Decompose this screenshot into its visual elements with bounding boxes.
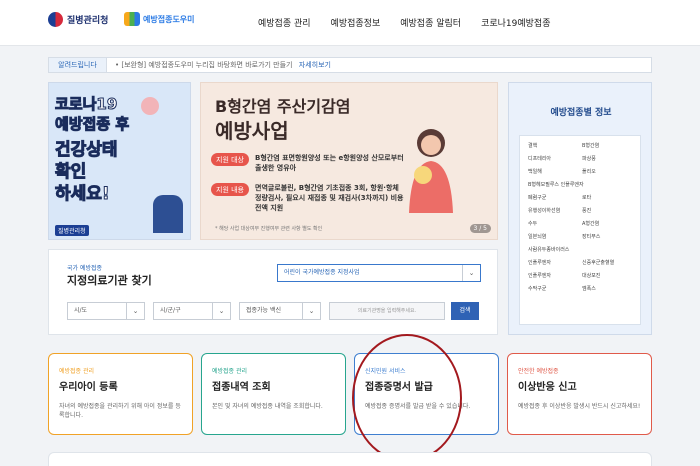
vaccine-link[interactable]: 인플루엔자 bbox=[528, 259, 578, 266]
highlight-circle bbox=[352, 334, 462, 462]
vaccine-select[interactable]: 접종가능 백신 ⌄ bbox=[239, 302, 321, 320]
hepatitis-banner[interactable]: B형간염 주산기감염 예방사업 지원 대상 B형간염 표면항원양성 또는 e항원… bbox=[200, 82, 498, 240]
site-header: 질병관리청 예방접종도우미 예방접종 관리 예방접종정보 예방접종 알림터 코로… bbox=[0, 0, 700, 46]
vaccine-link[interactable]: 일본뇌염 bbox=[528, 233, 578, 240]
sigungu-value: 시/군/구 bbox=[160, 307, 181, 314]
card-desc: 자녀의 예방접종을 관리하기 위해 아이 정보를 등록합니다. bbox=[59, 403, 181, 419]
search-title: 지정의료기관 찾기 bbox=[67, 274, 152, 287]
vaccine-link[interactable]: 엠폭스 bbox=[582, 285, 632, 292]
sido-value: 시/도 bbox=[74, 307, 88, 314]
vaccine-link[interactable]: 사람유두종바이러스 bbox=[528, 246, 632, 253]
chevron-down-icon: ⌄ bbox=[212, 303, 230, 319]
nip-logo-icon bbox=[124, 12, 140, 26]
card-register-child[interactable]: 예방접종 관리 우리아이 등록 자녀의 예방접종을 관리하기 위해 아이 정보를… bbox=[48, 353, 193, 435]
vaccine-link[interactable]: 풍진 bbox=[582, 207, 632, 214]
card-title: 접종내역 조회 bbox=[212, 382, 271, 393]
main-nav: 예방접종 관리 예방접종정보 예방접종 알림터 코로나19예방접종 bbox=[258, 16, 550, 29]
chevron-down-icon: ⌄ bbox=[302, 303, 320, 319]
vaccine-link[interactable]: 디프테리아 bbox=[528, 155, 578, 162]
hep-text-target: B형간염 표면항원양성 또는 e항원양성 산모로부터 출생한 영유아 bbox=[255, 154, 404, 172]
card-category: 예방접종 관리 bbox=[59, 368, 95, 375]
vaccine-link[interactable]: 결핵 bbox=[528, 142, 578, 149]
vaccine-link[interactable]: B형간염 bbox=[582, 142, 632, 149]
nav-item-management[interactable]: 예방접종 관리 bbox=[258, 16, 311, 29]
taegeuk-icon bbox=[48, 12, 63, 27]
nav-item-info[interactable]: 예방접종정보 bbox=[331, 16, 381, 29]
hep-row-content: 지원 내용 면역글로불린, B형간염 기초접종 3회, 항원·항체 정량검사, … bbox=[211, 183, 405, 213]
pill-icon bbox=[141, 97, 159, 115]
notice-text-wrap: • [보완형] 예방접종도우미 누리집 바탕화면 바로가기 만들기 자세히보기 bbox=[115, 60, 331, 70]
vaccine-link[interactable]: 인플루엔자 bbox=[528, 272, 578, 279]
vaccine-link[interactable]: A형간염 bbox=[582, 220, 632, 227]
card-history[interactable]: 예방접종 관리 접종내역 조회 본인 및 자녀의 예방접종 내역을 조회합니다. bbox=[201, 353, 346, 435]
chevron-down-icon: ⌄ bbox=[126, 303, 144, 319]
vaccine-link[interactable]: 폐렴구균 bbox=[528, 194, 578, 201]
covid-line-2: 예방접종 후 bbox=[54, 115, 130, 134]
vaccine-link[interactable]: 로타 bbox=[582, 194, 632, 201]
sigungu-select[interactable]: 시/군/구 ⌄ bbox=[153, 302, 231, 320]
banner-pager[interactable]: 3 / 5 bbox=[469, 224, 491, 233]
clinic-name-input[interactable]: 의료기관명을 입력해주세요. bbox=[329, 302, 445, 320]
search-subtitle: 국가 예방접종 bbox=[67, 265, 103, 272]
vaccine-link[interactable]: 파상풍 bbox=[582, 155, 632, 162]
mother-baby-illustration bbox=[409, 129, 453, 213]
hep-note: * 해당 사업 대상여부 진행여부 관련 사항 별도 확인 bbox=[215, 226, 323, 232]
vaccine-link[interactable]: 신증후군출혈열 bbox=[582, 259, 632, 266]
clinic-search-panel: 국가 예방접종 지정의료기관 찾기 어린이 국가예방접종 지정사업 ⌄ 시/도 … bbox=[48, 249, 498, 335]
vaccine-link[interactable]: B형헤모필루스 인플루엔자 bbox=[528, 181, 632, 188]
vaccine-link[interactable]: 백일해 bbox=[528, 168, 578, 175]
nip-logo-text: 예방접종도우미 bbox=[143, 14, 195, 24]
notice-tag: 알려드립니다 bbox=[49, 58, 107, 72]
sido-select[interactable]: 시/도 ⌄ bbox=[67, 302, 145, 320]
notice-text[interactable]: • [보완형] 예방접종도우미 누리집 바탕화면 바로가기 만들기 bbox=[115, 61, 293, 69]
notice-bar: 알려드립니다 • [보완형] 예방접종도우미 누리집 바탕화면 바로가기 만들기… bbox=[48, 57, 652, 73]
card-adverse-report[interactable]: 안전한 예방접종 이상반응 신고 예방접종 후 이상반응 발생시 반드시 신고하… bbox=[507, 353, 652, 435]
covid-banner[interactable]: 코로나19 예방접종 후 건강상태 확인 하세요! 질병관리청 bbox=[48, 82, 191, 240]
vaccine-link[interactable]: 수막구균 bbox=[528, 285, 578, 292]
doctor-illustration bbox=[153, 195, 183, 233]
chevron-down-icon: ⌄ bbox=[462, 265, 480, 281]
hep-tag-target: 지원 대상 bbox=[211, 153, 249, 166]
logo-text: 질병관리청 bbox=[67, 16, 109, 26]
vaccine-link[interactable]: 대상포진 bbox=[582, 272, 632, 279]
program-select[interactable]: 어린이 국가예방접종 지정사업 ⌄ bbox=[277, 264, 481, 282]
hep-text-content: 면역글로불린, B형간염 기초접종 3회, 항원·항체 정량검사, 필요시 재접… bbox=[255, 184, 404, 212]
card-category: 안전한 예방접종 bbox=[518, 368, 559, 375]
covid-line-1: 코로나19 bbox=[54, 95, 118, 114]
bottom-panel bbox=[48, 452, 652, 466]
hep-title: B형간염 주산기감염 bbox=[215, 97, 351, 116]
hep-row-target: 지원 대상 B형간염 표면항원양성 또는 e항원양성 산모로부터 출생한 영유아 bbox=[211, 153, 405, 173]
kdca-logo[interactable]: 질병관리청 bbox=[48, 12, 108, 27]
covid-banner-logo: 질병관리청 bbox=[55, 225, 89, 236]
card-title: 우리아이 등록 bbox=[59, 382, 118, 393]
vaccine-link[interactable]: 폴리오 bbox=[582, 168, 632, 175]
card-desc: 본인 및 자녀의 예방접종 내역을 조회합니다. bbox=[212, 403, 323, 410]
nav-item-covid19[interactable]: 코로나19예방접종 bbox=[481, 16, 550, 29]
hep-subtitle: 예방사업 bbox=[215, 119, 289, 143]
hep-tag-content: 지원 내용 bbox=[211, 183, 249, 196]
nav-item-notice[interactable]: 예방접종 알림터 bbox=[400, 16, 461, 29]
search-button[interactable]: 검색 bbox=[451, 302, 479, 320]
covid-line-5: 하세요! bbox=[55, 184, 111, 205]
notice-more-link[interactable]: 자세히보기 bbox=[299, 61, 331, 69]
vaccine-list: 결핵 B형간염 디프테리아 파상풍 백일해 폴리오 B형헤모필루스 인플루엔자 … bbox=[519, 135, 641, 325]
program-select-value: 어린이 국가예방접종 지정사업 bbox=[284, 269, 360, 276]
vaccine-info-title: 예방접종별 정보 bbox=[550, 108, 612, 118]
card-title: 이상반응 신고 bbox=[518, 382, 577, 393]
vaccine-link[interactable]: 유행성이하선염 bbox=[528, 207, 578, 214]
vaccine-link[interactable]: 수두 bbox=[528, 220, 578, 227]
card-category: 예방접종 관리 bbox=[212, 368, 248, 375]
vaccine-info-panel: 예방접종별 정보 결핵 B형간염 디프테리아 파상풍 백일해 폴리오 B형헤모필… bbox=[508, 82, 652, 335]
nip-logo[interactable]: 예방접종도우미 bbox=[124, 12, 195, 26]
vaccine-value: 접종가능 백신 bbox=[246, 307, 282, 314]
vaccine-link[interactable]: 장티푸스 bbox=[582, 233, 632, 240]
card-desc: 예방접종 후 이상반응 발생시 반드시 신고하세요! bbox=[518, 403, 641, 410]
